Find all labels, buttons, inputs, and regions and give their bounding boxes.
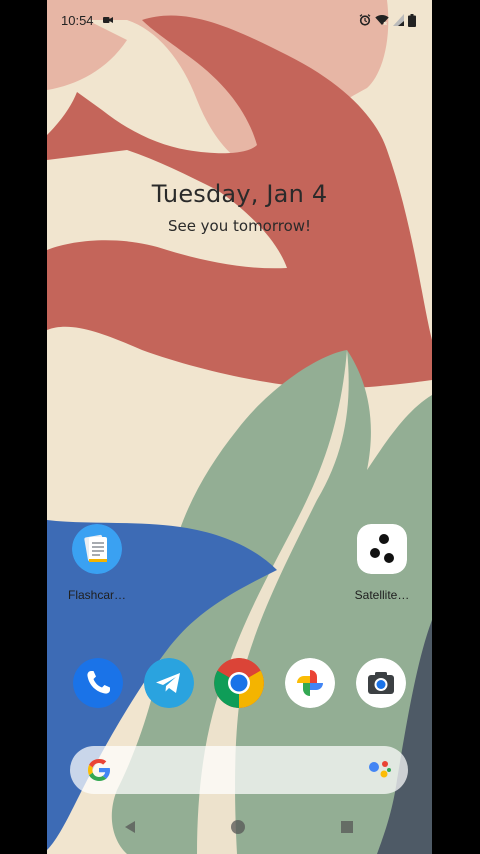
wifi-icon bbox=[375, 15, 389, 26]
status-bar: 10:54 bbox=[47, 0, 432, 42]
glance-subtitle: See you tomorrow! bbox=[167, 217, 312, 235]
app-flashcards[interactable]: Flashcar… bbox=[57, 524, 137, 602]
back-icon[interactable] bbox=[123, 820, 137, 834]
google-search-bar[interactable] bbox=[70, 746, 408, 794]
battery-icon bbox=[408, 13, 416, 27]
navigation-bar bbox=[47, 808, 432, 848]
chrome-app-icon[interactable] bbox=[214, 658, 264, 708]
google-g-icon[interactable] bbox=[86, 757, 112, 783]
assistant-mic-icon[interactable] bbox=[368, 759, 392, 781]
home-icon[interactable] bbox=[230, 819, 246, 835]
telegram-app-icon[interactable] bbox=[144, 658, 194, 708]
recents-icon[interactable] bbox=[340, 820, 354, 834]
wallpaper bbox=[47, 0, 432, 854]
phone-screen: 10:54 Tuesday, Jan 4 See you tomorrow! F… bbox=[47, 0, 432, 854]
screen-record-icon bbox=[103, 17, 113, 23]
camera-app-icon[interactable] bbox=[356, 658, 406, 708]
at-a-glance-widget[interactable]: Tuesday, Jan 4 See you tomorrow! bbox=[47, 180, 432, 235]
flashcards-app-icon[interactable] bbox=[72, 524, 122, 574]
app-label: Satellite… bbox=[354, 588, 410, 602]
status-time: 10:54 bbox=[61, 13, 94, 28]
alarm-icon bbox=[359, 14, 371, 26]
glance-date[interactable]: Tuesday, Jan 4 bbox=[47, 180, 432, 208]
app-label: Flashcar… bbox=[67, 588, 126, 602]
satellite-app-icon[interactable] bbox=[357, 524, 407, 574]
app-satellite[interactable]: Satellite… bbox=[342, 524, 422, 602]
signal-icon bbox=[393, 14, 404, 26]
photos-app-icon[interactable] bbox=[285, 658, 335, 708]
phone-app-icon[interactable] bbox=[73, 658, 123, 708]
